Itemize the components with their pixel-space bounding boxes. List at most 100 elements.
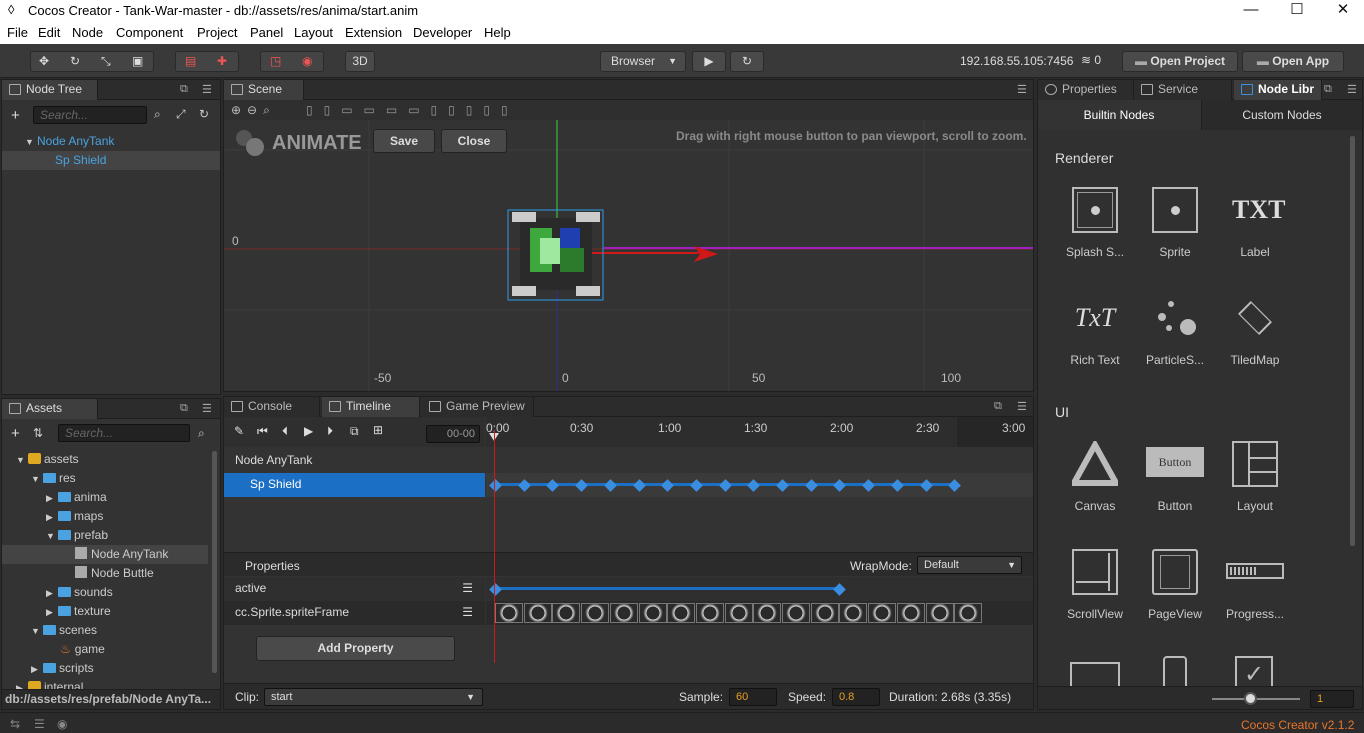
asset-item-prefab[interactable]: ▼ prefab — [46, 526, 108, 545]
keyframe[interactable] — [919, 479, 933, 492]
sprite-frame-thumbnail[interactable] — [552, 603, 581, 623]
jump-start-icon[interactable]: ⏮ — [257, 424, 268, 439]
align-icons[interactable]: ▯▯▭▭▭▭▯▯▯▯▯ — [306, 103, 519, 117]
gizmo-icon[interactable]: ◉ — [302, 52, 312, 71]
menu-project[interactable]: Project — [197, 25, 237, 40]
refresh-icon[interactable]: ↻ — [199, 107, 209, 121]
sync-icon[interactable]: ⇆ — [10, 717, 20, 731]
expand-icon[interactable]: ⤢ — [176, 107, 186, 122]
prop-menu-icon[interactable]: ☰ — [462, 601, 473, 624]
search-icon[interactable]: ⌕ — [198, 426, 205, 441]
tab-node-tree[interactable]: Node Tree — [2, 80, 98, 100]
tab-node-library[interactable]: Node Libr — [1234, 80, 1322, 100]
tab-timeline[interactable]: Timeline — [322, 397, 420, 417]
add-node-button[interactable]: + — [11, 107, 20, 124]
search-icon[interactable]: ⌕ — [154, 107, 161, 122]
node-canvas[interactable]: Canvas — [1055, 438, 1135, 513]
keyframe[interactable] — [546, 479, 560, 492]
keyframe[interactable] — [833, 583, 846, 596]
tab-properties[interactable]: Properties — [1038, 80, 1134, 100]
keyframe[interactable] — [890, 479, 904, 492]
wrapmode-select[interactable]: Default ▼ — [917, 556, 1022, 574]
menu-developer[interactable]: Developer — [413, 25, 472, 40]
add-keyframe-icon[interactable]: ⊞ — [373, 423, 383, 437]
frame-input[interactable]: 00-00 — [426, 425, 480, 443]
scale-tool-icon[interactable]: ⤡ — [101, 52, 111, 71]
sprite-frame-thumbnail[interactable] — [695, 603, 724, 623]
move-tool-icon[interactable]: ✥ — [39, 52, 49, 71]
sprite-frame-thumbnail[interactable] — [839, 603, 868, 623]
tab-builtin-nodes[interactable]: Builtin Nodes — [1038, 100, 1200, 130]
menu-panel[interactable]: Panel — [250, 25, 283, 40]
zoom-slider-thumb[interactable] — [1244, 692, 1257, 705]
menu-extension[interactable]: Extension — [345, 25, 402, 40]
tab-custom-nodes[interactable]: Custom Nodes — [1201, 100, 1362, 130]
node-particle-system[interactable]: ParticleS... — [1135, 295, 1215, 367]
sprite-frame-thumbnail[interactable] — [638, 603, 667, 623]
open-project-button[interactable]: ▬ Open Project — [1122, 51, 1238, 72]
sp-shield-track[interactable] — [486, 473, 1033, 497]
timeline-node-anytank[interactable]: Node AnyTank — [224, 449, 485, 473]
asset-item-scripts[interactable]: ▶ scripts — [31, 659, 94, 678]
prop-menu-icon[interactable]: ☰ — [462, 577, 473, 600]
keyframe[interactable] — [489, 583, 502, 596]
play-animation-icon[interactable]: ▶ — [304, 424, 313, 438]
asset-item-res[interactable]: ▼ res — [31, 469, 76, 488]
node-pageview[interactable]: PageView — [1135, 549, 1215, 621]
keyframe[interactable] — [804, 479, 818, 492]
assets-scrollbar[interactable] — [212, 451, 217, 673]
node-label-item[interactable]: TXT Label — [1215, 187, 1295, 259]
node-tiledmap[interactable]: TiledMap — [1215, 295, 1295, 367]
popout-icon[interactable]: ⧉ — [1324, 83, 1332, 96]
tab-assets[interactable]: Assets — [2, 399, 98, 419]
asset-search-input[interactable]: Search... — [58, 424, 190, 442]
database-icon[interactable]: ☰ — [34, 717, 45, 731]
menu-node[interactable]: Node — [72, 25, 103, 40]
sample-input[interactable]: 60 — [729, 688, 777, 706]
tab-console[interactable]: Console — [224, 397, 320, 417]
timeline-node-sp-shield[interactable]: Sp Shield — [224, 473, 485, 497]
minimize-button[interactable]: — — [1228, 0, 1274, 22]
popout-icon[interactable]: ⧉ — [994, 400, 1002, 413]
keyframe[interactable] — [632, 479, 646, 492]
eye-icon[interactable]: ◉ — [57, 717, 67, 731]
play-button[interactable]: ▶ — [692, 51, 726, 72]
open-app-button[interactable]: ▬ Open App — [1242, 51, 1344, 72]
prop-row-active[interactable]: active ☰ — [224, 577, 485, 601]
panel-menu-icon[interactable]: ☰ — [1017, 400, 1027, 413]
popout-icon[interactable]: ⧉ — [180, 83, 188, 96]
sprite-frame-thumbnail[interactable] — [868, 603, 897, 623]
panel-menu-icon[interactable]: ☰ — [202, 402, 212, 415]
panel-menu-icon[interactable]: ☰ — [202, 83, 212, 96]
node-button[interactable]: Button Button — [1135, 441, 1215, 513]
node-layout[interactable]: Layout — [1215, 441, 1295, 513]
node-scrollview[interactable]: ScrollView — [1055, 549, 1135, 621]
sprite-frame-thumbnail[interactable] — [523, 603, 552, 623]
keyframe[interactable] — [489, 479, 502, 492]
save-animation-button[interactable]: Save — [373, 129, 435, 153]
sprite-frame-thumbnail[interactable] — [782, 603, 810, 623]
node-splash-sprite[interactable]: Splash S... — [1055, 187, 1135, 259]
timeline-ruler[interactable]: 0:00 0:30 1:00 1:30 2:00 2:30 3:00 — [486, 417, 1033, 447]
sort-icon[interactable]: ⇅ — [33, 426, 43, 440]
mode-3d-button[interactable]: 3D — [345, 51, 375, 72]
panel-menu-icon[interactable]: ☰ — [1017, 83, 1027, 96]
platform-select[interactable]: Browser ▼ — [600, 51, 686, 72]
sprite-frame-thumbnail[interactable] — [810, 603, 839, 623]
add-property-button[interactable]: Add Property — [256, 636, 455, 661]
keyframe[interactable] — [747, 479, 761, 492]
menu-edit[interactable]: Edit — [38, 25, 60, 40]
tree-node-sp-shield[interactable]: Sp Shield — [2, 151, 220, 170]
maximize-button[interactable]: ☐ — [1274, 0, 1320, 22]
node-sprite[interactable]: Sprite — [1135, 187, 1215, 259]
asset-item-internal[interactable]: ▶ internal — [16, 678, 83, 689]
snap-icon[interactable]: ◳ — [270, 52, 281, 71]
pivot-icon[interactable]: ▤ — [185, 52, 196, 71]
keyframe[interactable] — [776, 479, 789, 492]
close-window-button[interactable]: ✕ — [1320, 0, 1364, 22]
rotate-tool-icon[interactable]: ↻ — [70, 52, 80, 71]
active-track[interactable] — [486, 577, 1033, 601]
node-search-input[interactable]: Search... — [33, 106, 147, 124]
menu-layout[interactable]: Layout — [294, 25, 333, 40]
asset-item-maps[interactable]: ▶ maps — [46, 507, 103, 526]
